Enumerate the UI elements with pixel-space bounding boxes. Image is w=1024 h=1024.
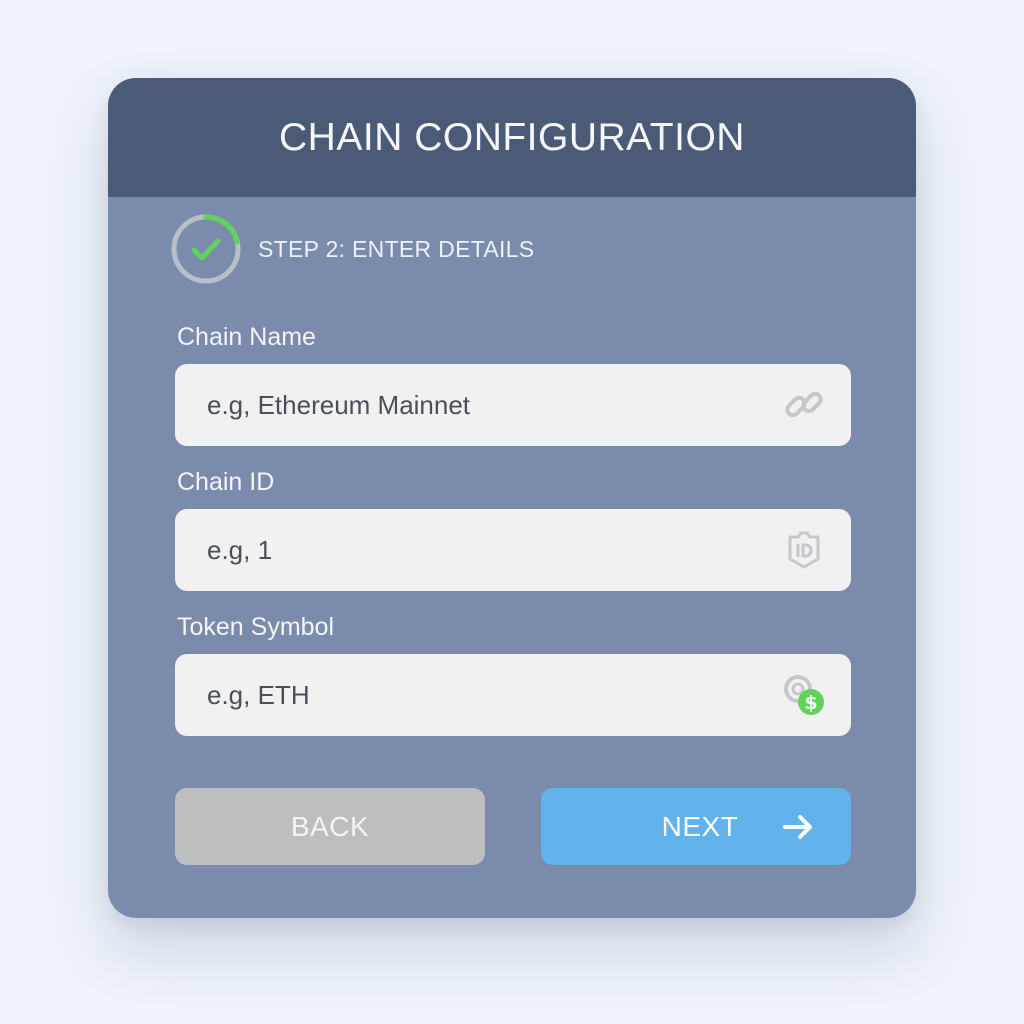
- step-indicator: STEP 2: ENTER DETAILS: [170, 213, 534, 285]
- back-button[interactable]: BACK: [175, 788, 485, 865]
- token-symbol-field[interactable]: $: [175, 654, 851, 736]
- token-symbol-input[interactable]: [207, 679, 781, 711]
- next-button-label: NEXT: [661, 810, 739, 842]
- step-label: STEP 2: ENTER DETAILS: [258, 235, 535, 262]
- chain-id-input[interactable]: [207, 534, 781, 566]
- next-button[interactable]: NEXT: [541, 788, 851, 865]
- card-header: CHAIN CONFIGURATION: [108, 78, 916, 197]
- token-symbol-label: Token Symbol: [177, 613, 335, 641]
- chain-id-label: Chain ID: [177, 468, 275, 496]
- arrow-right-icon: [783, 814, 812, 839]
- id-badge-icon: [788, 531, 820, 569]
- chain-name-label: Chain Name: [177, 323, 316, 351]
- link-icon: [785, 391, 823, 418]
- coin-dollar-icon: $: [784, 675, 824, 715]
- back-button-label: BACK: [290, 810, 370, 842]
- chain-id-field[interactable]: [175, 509, 851, 591]
- config-card: CHAIN CONFIGURATION STEP 2: ENTER DETAIL…: [108, 78, 916, 918]
- chain-name-input[interactable]: [207, 389, 781, 421]
- page-title: CHAIN CONFIGURATION: [279, 115, 745, 159]
- chain-name-field[interactable]: [175, 364, 851, 446]
- check-progress-icon: [171, 214, 241, 284]
- svg-text:$: $: [804, 692, 817, 714]
